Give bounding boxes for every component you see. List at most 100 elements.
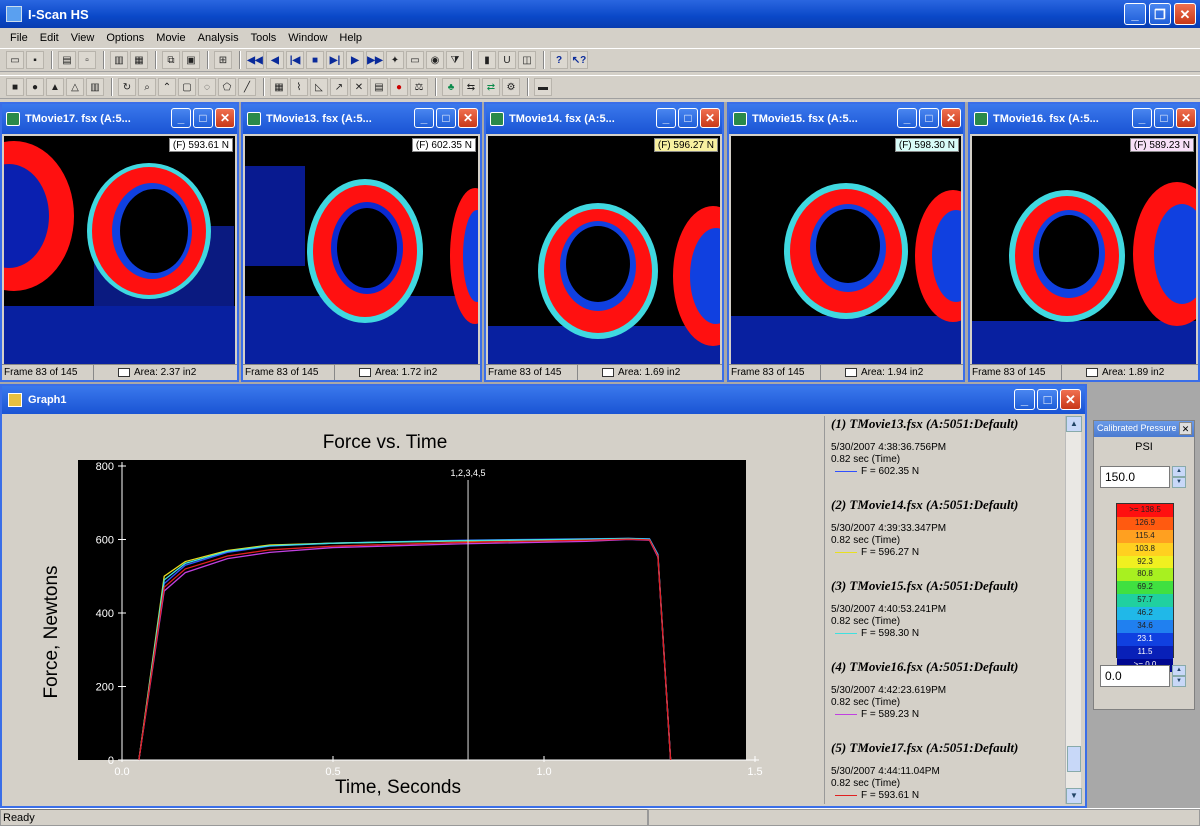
movie-window-16[interactable]: TMovie16. fsx (A:5... _ □ ✕ (F) 589.23 N F… [968, 102, 1200, 382]
minimize-button[interactable]: _ [1132, 108, 1152, 128]
stop-icon[interactable]: ■ [306, 51, 324, 69]
movie-window-15[interactable]: TMovie15. fsx (A:5... _ □ ✕ (F) 598.30 N F… [727, 102, 965, 382]
menu-options[interactable]: Options [100, 32, 150, 44]
lasso-icon[interactable]: ◌ [198, 78, 216, 96]
pressure-map[interactable]: (F) 598.30 N [731, 136, 961, 364]
spin-down-icon[interactable]: ▼ [1172, 477, 1186, 488]
marker-icon[interactable]: ✦ [386, 51, 404, 69]
menu-window[interactable]: Window [282, 32, 333, 44]
restore-button[interactable]: ❐ [1149, 3, 1171, 25]
view-columns-icon[interactable]: ▥ [86, 78, 104, 96]
maximize-button[interactable]: □ [436, 108, 456, 128]
spin-down-icon[interactable]: ▼ [1172, 676, 1186, 687]
lock-icon[interactable]: ▬ [534, 78, 552, 96]
view-wire-icon[interactable]: △ [66, 78, 84, 96]
minimize-button[interactable]: _ [1124, 3, 1146, 25]
filter-icon[interactable]: ⧩ [446, 51, 464, 69]
min-pressure-value[interactable]: 0.0 [1100, 665, 1170, 687]
compare-icon[interactable]: ▤ [370, 78, 388, 96]
close-button[interactable]: ✕ [1060, 389, 1081, 410]
help-icon[interactable]: ? [550, 51, 568, 69]
maximize-button[interactable]: □ [1037, 389, 1058, 410]
sync-icon[interactable]: ⇆ [462, 78, 480, 96]
view-2d-icon[interactable]: ■ [6, 78, 24, 96]
view-contour-icon[interactable]: ● [26, 78, 44, 96]
maximize-button[interactable]: □ [193, 108, 213, 128]
min-pressure-spinner[interactable]: 0.0 ▲ ▼ [1100, 665, 1186, 687]
graph-window[interactable]: Graph1 _ □ ✕ Force vs. Time Force, Newtons… [0, 384, 1087, 808]
line-icon[interactable]: ╱ [238, 78, 256, 96]
spin-up-icon[interactable]: ▲ [1172, 466, 1186, 477]
record-icon[interactable]: ● [390, 78, 408, 96]
close-button[interactable]: ✕ [700, 108, 720, 128]
max-pressure-value[interactable]: 150.0 [1100, 466, 1170, 488]
maximize-button[interactable]: □ [678, 108, 698, 128]
open-icon[interactable]: ▤ [58, 51, 76, 69]
menu-edit[interactable]: Edit [34, 32, 65, 44]
grid-icon[interactable]: ◫ [518, 51, 536, 69]
box-icon[interactable]: ▢ [178, 78, 196, 96]
menu-help[interactable]: Help [333, 32, 368, 44]
plot-area[interactable]: Force vs. Time Force, Newtons Time, Seco… [8, 416, 822, 804]
scroll-up-icon[interactable]: ▲ [1066, 416, 1082, 432]
magnet-icon[interactable]: U [498, 51, 516, 69]
pressure-map[interactable]: (F) 593.61 N [4, 136, 235, 364]
scroll-thumb[interactable] [1067, 746, 1081, 772]
close-button[interactable]: ✕ [458, 108, 478, 128]
close-button[interactable]: ✕ [941, 108, 961, 128]
close-button[interactable]: ✕ [215, 108, 235, 128]
cross-icon[interactable]: ✕ [350, 78, 368, 96]
peak-icon[interactable]: ⌃ [158, 78, 176, 96]
print-preview-icon[interactable]: ▦ [130, 51, 148, 69]
pressure-map[interactable]: (F) 589.23 N [972, 136, 1196, 364]
scroll-down-icon[interactable]: ▼ [1066, 788, 1082, 804]
graph-icon[interactable]: ⌇ [290, 78, 308, 96]
context-help-icon[interactable]: ↖? [570, 51, 588, 69]
maximize-button[interactable]: □ [1154, 108, 1174, 128]
menu-view[interactable]: View [65, 32, 101, 44]
legend-scrollbar[interactable]: ▲ ▼ [1065, 416, 1082, 804]
pressure-map[interactable]: (F) 596.27 N [488, 136, 720, 364]
camera-icon[interactable]: ◉ [426, 51, 444, 69]
movie-window-14[interactable]: TMovie14. fsx (A:5... _ □ ✕ (F) 596.27 N F… [484, 102, 724, 382]
area-graph-icon[interactable]: ◺ [310, 78, 328, 96]
max-pressure-spinner[interactable]: 150.0 ▲ ▼ [1100, 466, 1186, 488]
pressure-map[interactable]: (F) 602.35 N [245, 136, 478, 364]
close-button[interactable]: ✕ [1174, 3, 1196, 25]
close-icon[interactable]: ✕ [1179, 422, 1192, 435]
force-time-chart[interactable]: Force vs. Time Force, Newtons Time, Seco… [8, 416, 822, 804]
rotate-icon[interactable]: ↻ [118, 78, 136, 96]
minimize-button[interactable]: _ [171, 108, 191, 128]
menu-tools[interactable]: Tools [245, 32, 283, 44]
copy-icon[interactable]: ⧉ [162, 51, 180, 69]
play-icon[interactable]: ▶ [346, 51, 364, 69]
save-icon[interactable]: ▫ [78, 51, 96, 69]
menu-movie[interactable]: Movie [150, 32, 191, 44]
calibrate-icon[interactable]: ⚙ [502, 78, 520, 96]
polygon-icon[interactable]: ⬠ [218, 78, 236, 96]
minimize-button[interactable]: _ [897, 108, 917, 128]
equilibrate-icon[interactable]: ⚖ [410, 78, 428, 96]
connect-icon[interactable]: ⇄ [482, 78, 500, 96]
paste-icon[interactable]: ▣ [182, 51, 200, 69]
last-frame-icon[interactable]: ▶| [326, 51, 344, 69]
minimize-button[interactable]: _ [1014, 389, 1035, 410]
spin-up-icon[interactable]: ▲ [1172, 665, 1186, 676]
movie-window-13[interactable]: TMovie13. fsx (A:5... _ □ ✕ (F) 602.35 N F… [241, 102, 482, 382]
step-back-icon[interactable]: ◀ [266, 51, 284, 69]
menu-analysis[interactable]: Analysis [192, 32, 245, 44]
view-3d-icon[interactable]: ▲ [46, 78, 64, 96]
table-icon[interactable]: ▦ [270, 78, 288, 96]
movie-window-17[interactable]: TMovie17. fsx (A:5... _ □ ✕ (F) 593.61 N F… [0, 102, 239, 382]
minimize-button[interactable]: _ [414, 108, 434, 128]
recording-icon[interactable]: ▪ [26, 51, 44, 69]
trend-icon[interactable]: ↗ [330, 78, 348, 96]
first-frame-icon[interactable]: |◀ [286, 51, 304, 69]
rewind-icon[interactable]: ◀◀ [246, 51, 264, 69]
fast-forward-icon[interactable]: ▶▶ [366, 51, 384, 69]
minimize-button[interactable]: _ [656, 108, 676, 128]
new-icon[interactable]: ▭ [6, 51, 24, 69]
print-icon[interactable]: ▥ [110, 51, 128, 69]
close-button[interactable]: ✕ [1176, 108, 1196, 128]
export-icon[interactable]: ⊞ [214, 51, 232, 69]
